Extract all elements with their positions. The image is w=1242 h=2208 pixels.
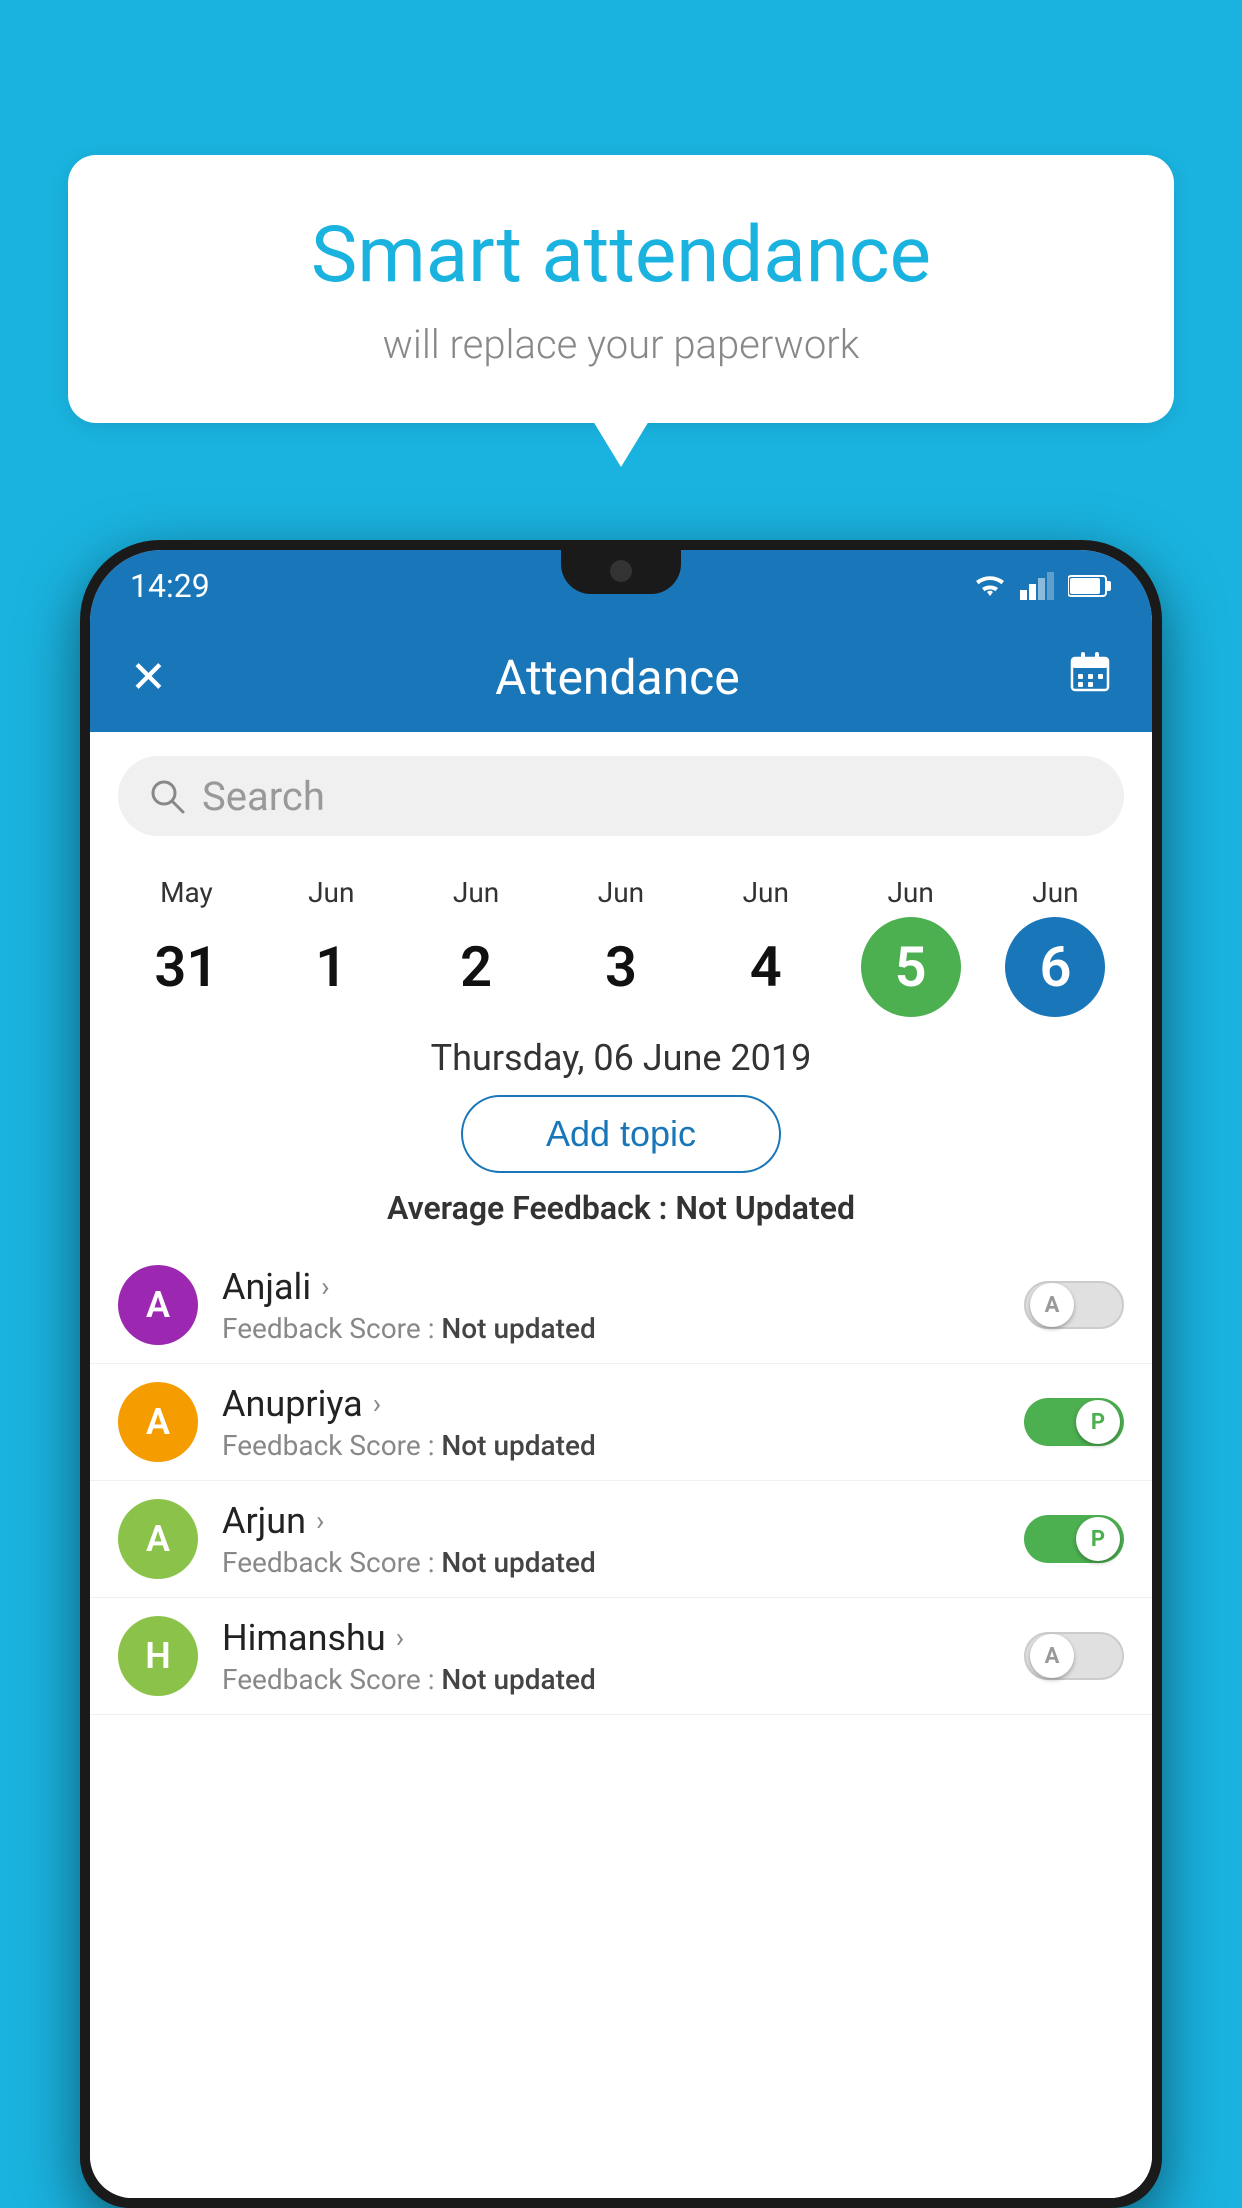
attendance-toggle[interactable]: P xyxy=(1024,1398,1124,1446)
student-feedback: Feedback Score : Not updated xyxy=(222,1546,1000,1579)
student-name: Anjali › xyxy=(222,1266,1000,1308)
cal-month-label: Jun xyxy=(743,876,789,909)
cal-day-number: 4 xyxy=(716,917,816,1017)
calendar-button[interactable] xyxy=(1068,650,1112,705)
cal-month-label: Jun xyxy=(308,876,354,909)
attendance-toggle[interactable]: P xyxy=(1024,1515,1124,1563)
phone-inner: 14:29 xyxy=(90,550,1152,2198)
attendance-toggle[interactable]: A xyxy=(1024,1632,1124,1680)
student-item[interactable]: H Himanshu › Feedback Score : Not updated A xyxy=(90,1598,1152,1715)
front-camera xyxy=(610,560,632,582)
student-info: Arjun › Feedback Score : Not updated xyxy=(222,1500,1000,1579)
search-placeholder: Search xyxy=(202,773,325,820)
wifi-icon xyxy=(972,572,1008,600)
calendar-row: May 31 Jun 1 Jun 2 Jun 3 Jun 4 Jun 5 Jun 6 xyxy=(90,860,1152,1017)
feedback-value: Not updated xyxy=(441,1663,595,1696)
toggle-knob: P xyxy=(1076,1400,1120,1444)
calendar-day[interactable]: Jun 1 xyxy=(271,876,391,1017)
calendar-day[interactable]: Jun 3 xyxy=(561,876,681,1017)
cal-day-number: 3 xyxy=(571,917,671,1017)
phone-frame: 14:29 xyxy=(80,540,1162,2208)
cal-day-number: 1 xyxy=(281,917,381,1017)
feedback-value: Not updated xyxy=(441,1546,595,1579)
chevron-right-icon: › xyxy=(396,1621,404,1654)
status-time: 14:29 xyxy=(130,567,210,605)
student-list: AAnjali ›Feedback Score : Not updatedAAA… xyxy=(90,1247,1152,1715)
toggle-knob: A xyxy=(1030,1283,1074,1327)
student-feedback: Feedback Score : Not updated xyxy=(222,1663,1000,1696)
cal-month-label: Jun xyxy=(598,876,644,909)
attendance-toggle[interactable]: A xyxy=(1024,1281,1124,1329)
student-info: Anupriya › Feedback Score : Not updated xyxy=(222,1383,1000,1462)
avg-feedback: Average Feedback : Not Updated xyxy=(90,1189,1152,1227)
toggle-knob: A xyxy=(1030,1634,1074,1678)
cal-day-number: 2 xyxy=(426,917,526,1017)
bubble-subtitle: will replace your paperwork xyxy=(128,321,1114,368)
phone-body: Search May 31 Jun 1 Jun 2 Jun 3 Jun 4 Jun 5 Jun 6 Thu… xyxy=(90,732,1152,2198)
calendar-day[interactable]: Jun 6 xyxy=(995,876,1115,1017)
app-bar-title: Attendance xyxy=(495,649,740,706)
search-bar[interactable]: Search xyxy=(118,756,1124,836)
student-avatar: A xyxy=(118,1382,198,1462)
student-feedback: Feedback Score : Not updated xyxy=(222,1429,1000,1462)
calendar-day[interactable]: Jun 2 xyxy=(416,876,536,1017)
student-name: Anupriya › xyxy=(222,1383,1000,1425)
speech-bubble: Smart attendance will replace your paper… xyxy=(68,155,1174,423)
bubble-title: Smart attendance xyxy=(128,210,1114,301)
student-item[interactable]: A Anupriya › Feedback Score : Not updated P xyxy=(90,1364,1152,1481)
student-name: Arjun › xyxy=(222,1500,1000,1542)
chevron-right-icon: › xyxy=(316,1504,324,1537)
status-bar: 14:29 xyxy=(90,550,1152,622)
student-feedback: Feedback Score : Not updated xyxy=(222,1312,1000,1345)
student-item[interactable]: A Arjun › Feedback Score : Not updated P xyxy=(90,1481,1152,1598)
cal-month-label: May xyxy=(160,876,213,909)
avg-feedback-label: Average Feedback : xyxy=(387,1189,675,1227)
chevron-right-icon: › xyxy=(321,1270,329,1303)
cal-day-number: 6 xyxy=(1005,917,1105,1017)
cal-month-label: Jun xyxy=(1032,876,1078,909)
phone-screen: 14:29 xyxy=(90,550,1152,2198)
feedback-value: Not updated xyxy=(441,1429,595,1462)
student-avatar: A xyxy=(118,1499,198,1579)
add-topic-button[interactable]: Add topic xyxy=(461,1095,781,1173)
student-avatar: A xyxy=(118,1265,198,1345)
cal-day-number: 31 xyxy=(136,917,236,1017)
chevron-right-icon: › xyxy=(373,1387,381,1420)
student-avatar: H xyxy=(118,1616,198,1696)
avg-feedback-value: Not Updated xyxy=(675,1189,855,1227)
battery-icon xyxy=(1068,574,1112,598)
cal-day-number: 5 xyxy=(861,917,961,1017)
toggle-knob: P xyxy=(1076,1517,1120,1561)
notch xyxy=(561,550,681,594)
speech-bubble-container: Smart attendance will replace your paper… xyxy=(68,155,1174,423)
app-bar: ✕ Attendance xyxy=(90,622,1152,732)
calendar-day[interactable]: Jun 4 xyxy=(706,876,826,1017)
signal-icon xyxy=(1020,572,1056,600)
status-icons xyxy=(972,572,1112,600)
student-name: Himanshu › xyxy=(222,1617,1000,1659)
feedback-value: Not updated xyxy=(441,1312,595,1345)
close-button[interactable]: ✕ xyxy=(130,651,167,703)
cal-month-label: Jun xyxy=(887,876,933,909)
calendar-day[interactable]: May 31 xyxy=(126,876,246,1017)
search-icon xyxy=(148,777,186,815)
selected-date: Thursday, 06 June 2019 xyxy=(90,1037,1152,1079)
student-item[interactable]: A Anjali › Feedback Score : Not updated A xyxy=(90,1247,1152,1364)
student-info: Himanshu › Feedback Score : Not updated xyxy=(222,1617,1000,1696)
student-info: Anjali › Feedback Score : Not updated xyxy=(222,1266,1000,1345)
calendar-day[interactable]: Jun 5 xyxy=(851,876,971,1017)
cal-month-label: Jun xyxy=(453,876,499,909)
